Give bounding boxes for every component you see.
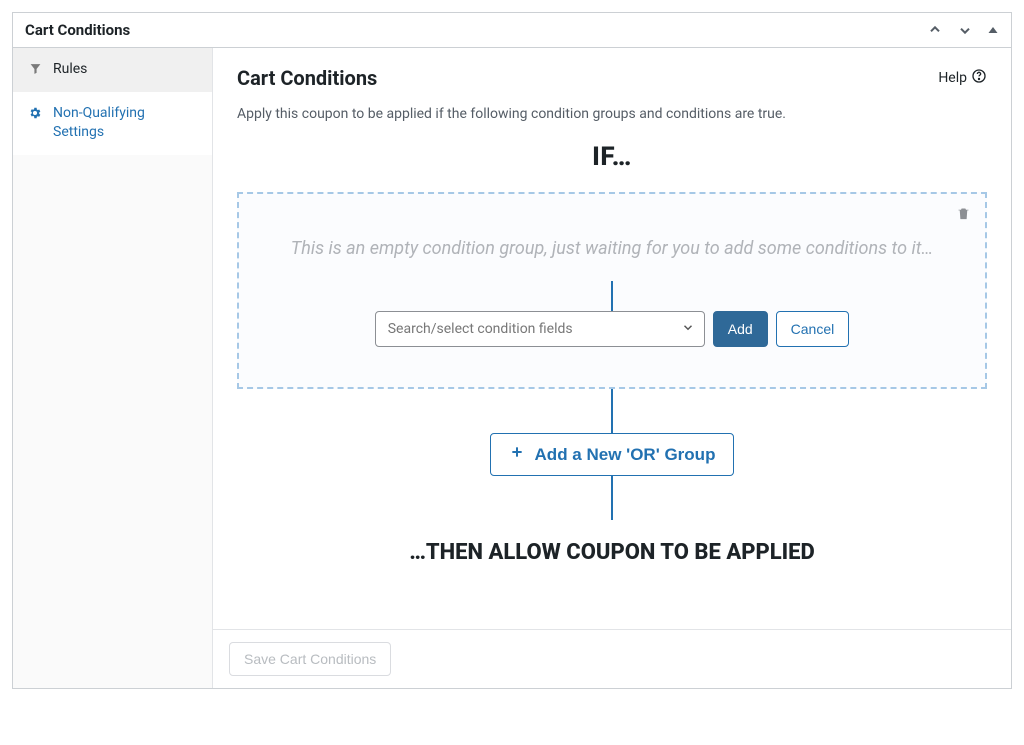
or-group-label: Add a New 'OR' Group <box>535 445 716 465</box>
sidebar-item-label: Non-Qualifying Settings <box>53 104 198 143</box>
plus-icon <box>509 444 525 465</box>
gear-icon <box>27 104 43 120</box>
condition-select[interactable]: Search/select condition fields <box>375 311 705 347</box>
sidebar-item-label: Rules <box>53 60 87 80</box>
move-up-icon[interactable] <box>927 22 943 38</box>
add-or-group-button[interactable]: Add a New 'OR' Group <box>490 433 735 476</box>
main-title: Cart Conditions <box>237 66 377 90</box>
chevron-down-icon <box>681 320 695 339</box>
sidebar-item-rules[interactable]: Rules <box>13 48 212 92</box>
main-header: Cart Conditions Help <box>237 66 987 90</box>
main-area: Cart Conditions Help Apply this coupon t… <box>213 48 1011 688</box>
panel-body: Rules Non-Qualifying Settings Cart Condi… <box>13 48 1011 688</box>
condition-group: This is an empty condition group, just w… <box>237 192 987 389</box>
condition-select-placeholder: Search/select condition fields <box>375 311 705 347</box>
then-heading: …THEN ALLOW COUPON TO BE APPLIED <box>237 540 987 565</box>
description-text: Apply this coupon to be applied if the f… <box>237 106 987 122</box>
panel-footer: Save Cart Conditions <box>213 629 1011 688</box>
help-link[interactable]: Help <box>938 68 987 88</box>
panel-header: Cart Conditions <box>13 13 1011 48</box>
condition-row: Search/select condition fields Add Cance… <box>263 311 961 347</box>
collapse-icon[interactable] <box>987 24 999 36</box>
help-label: Help <box>938 70 967 86</box>
or-group-wrap: Add a New 'OR' Group <box>237 433 987 476</box>
panel-title: Cart Conditions <box>25 21 130 39</box>
trash-icon[interactable] <box>956 206 971 225</box>
cancel-button[interactable]: Cancel <box>776 311 850 347</box>
save-button[interactable]: Save Cart Conditions <box>229 642 391 676</box>
main-content: Cart Conditions Help Apply this coupon t… <box>213 48 1011 629</box>
add-button[interactable]: Add <box>713 311 768 347</box>
connector-line <box>611 281 613 311</box>
connector-line <box>611 389 613 433</box>
empty-group-text: This is an empty condition group, just w… <box>263 238 961 259</box>
filter-icon <box>27 60 43 75</box>
sidebar: Rules Non-Qualifying Settings <box>13 48 213 688</box>
question-icon <box>971 68 987 88</box>
if-heading: IF… <box>237 142 987 172</box>
sidebar-item-non-qualifying[interactable]: Non-Qualifying Settings <box>13 92 212 155</box>
panel-header-actions <box>927 22 999 38</box>
connector-line <box>611 476 613 520</box>
move-down-icon[interactable] <box>957 22 973 38</box>
cart-conditions-panel: Cart Conditions Rules <box>12 12 1012 689</box>
